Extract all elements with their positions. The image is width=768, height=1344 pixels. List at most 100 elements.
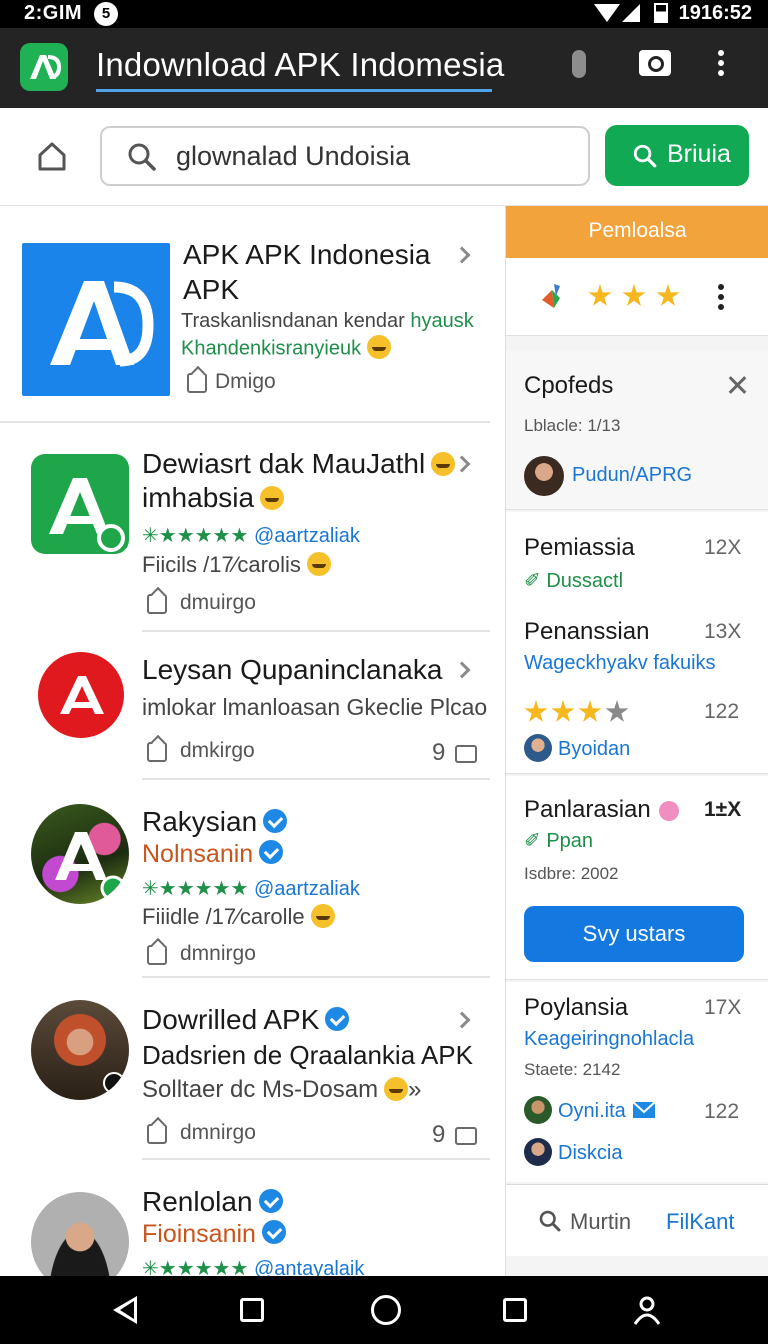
home-nav-icon[interactable] [371,1295,401,1325]
status-time-right: 1916:52 [678,2,752,24]
status-time-left: 2:GIM [24,2,83,24]
chevron-right-icon[interactable] [453,455,471,473]
item-desc-line2: Khandenkisranyieuk [181,335,392,361]
item-subtitle: Fioinsanin [142,1220,286,1249]
wifi-icon [594,4,620,22]
camera-icon[interactable] [639,50,671,76]
promo-card[interactable]: Pemloalsa [506,206,768,336]
chevron-right-icon[interactable] [453,661,471,679]
star-icon [551,700,575,722]
item-title: Dowrilled APK [142,1004,350,1036]
mail-icon [632,1101,656,1118]
chevron-right-icon[interactable] [453,246,471,264]
app-title: Indownload APK Indomesia [96,46,505,83]
item-count: 9 [432,1121,446,1148]
microphone-icon[interactable] [572,50,586,78]
entry-user-link[interactable]: Oyni.ita [558,1100,626,1123]
verified-icon [259,840,284,865]
item-desc: Traskanlisndanan kendar hyausk [181,310,474,332]
list-item[interactable]: Renlolan Fioinsanin ✳★★★★★ @antayalaik [0,1160,505,1276]
emoji-icon [306,552,331,577]
leaf-icon: ✐ [524,570,547,592]
item-rating: ✳★★★★★ @antayalaik [142,1258,365,1276]
play-store-icon [542,284,560,308]
footer-search-label[interactable]: Murtin [570,1209,631,1235]
list-item[interactable]: Rakysian Nolnsanin ✳★★★★★ @aartzaliak Fi… [0,780,505,976]
item-desc: imlokar lmanloasan Gkeclie Plcao [142,694,488,720]
app-avatar-flowers [31,804,129,904]
entry-user-link[interactable]: Diskcia [558,1142,622,1165]
primary-action-button[interactable]: Svy ustars [524,906,744,962]
accessibility-icon[interactable] [632,1294,662,1326]
search-icon[interactable] [538,1209,562,1233]
item-rating: ✳★★★★★ @aartzaliak [142,525,360,547]
search-field[interactable] [100,126,590,186]
list-item[interactable]: Dowrilled APK Dadsrien de Qraalankia APK… [0,978,505,1158]
entry-title[interactable]: Panlarasian [524,796,679,824]
app-logo-icon[interactable] [20,43,68,91]
home-icon[interactable] [36,140,68,172]
entries-card: Pemiassia 12X ✐ Dussactl Penanssian 13X … [506,512,768,774]
emoji-icon [431,451,456,476]
entry-user-count: 122 [704,1100,740,1123]
entry-card: Panlarasian 1±X ✐ Ppan Isdbre: 2002 Svy … [506,776,768,980]
verified-icon [263,808,288,833]
tag-icon [147,945,167,965]
search-button-label: Briuia [667,140,731,168]
item-title: Rakysian [142,806,288,838]
entry-title[interactable]: Penanssian [524,618,649,646]
footer-link[interactable]: FilKant [666,1209,734,1235]
chevron-right-icon[interactable] [453,1011,471,1029]
search-input[interactable] [176,138,576,174]
emoji-icon [310,904,335,929]
star-icon [588,284,612,306]
overflow-menu-icon[interactable] [716,50,726,80]
entry-count: 13X [704,620,742,643]
item-tag: dmuirgo [180,591,256,614]
star-icon [578,700,602,722]
entry-user-link[interactable]: Byoidan [558,738,630,761]
item-count: 9 [432,739,446,766]
item-title-line2: imhabsia [142,482,285,514]
emoji-icon [384,1076,409,1101]
flower-icon [658,800,679,821]
overview-icon[interactable] [503,1298,527,1322]
app-icon-red [38,652,124,738]
item-rating: ✳★★★★★ @aartzaliak [142,878,360,900]
search-button[interactable]: Briuia [605,125,749,186]
item-info: Fiiidle /17⁄carolle [142,904,335,930]
list-item[interactable]: Leysan Qupaninclanaka imlokar lmanloasan… [0,632,505,780]
item-info: Fiicils /17⁄carolis [142,552,331,578]
notification-badge-icon: 5 [94,2,118,26]
list-item[interactable]: Dewiasrt dak MauJathl imhabsia ✳★★★★★ @a… [0,424,505,630]
entry-count: 17X [704,996,742,1019]
star-icon [622,284,646,306]
app-icon-apk-indonesia [22,243,170,396]
leaf-icon: ✐ [524,830,547,852]
verified-icon [258,1188,283,1213]
entry-title[interactable]: Poylansia [524,994,628,1022]
close-icon[interactable] [726,374,748,396]
tag-icon [187,373,207,393]
item-tag: Dmigo [215,370,276,393]
battery-icon [654,3,668,23]
avatar [31,1192,129,1276]
list-item[interactable]: APK APK Indonesia APK Traskanlisndanan k… [0,206,505,422]
right-panel: Pemloalsa Cpofeds Lblacle: 1/13 Pudun/AP… [505,206,768,1276]
entry-title[interactable]: Pemiassia [524,534,635,562]
back-icon[interactable] [113,1296,137,1324]
avatar [524,1096,552,1124]
profile-user-link[interactable]: Pudun/APRG [572,464,692,487]
item-tag: dmnirgo [180,942,256,965]
verified-icon [325,1006,350,1031]
entry-count: 1±X [704,798,742,821]
item-title: Renlolan [142,1186,283,1218]
entry-card: Poylansia 17X Keageiringnohlacla Staete:… [506,982,768,1182]
verified-icon [261,1220,286,1245]
recents-icon[interactable] [240,1298,264,1322]
entry-sub: Keageiringnohlacla [524,1028,695,1050]
item-title-line2: APK [183,274,240,305]
entry-small: Isdbre: 2002 [524,864,619,883]
avatar [524,456,564,496]
overflow-menu-icon[interactable] [718,284,724,310]
